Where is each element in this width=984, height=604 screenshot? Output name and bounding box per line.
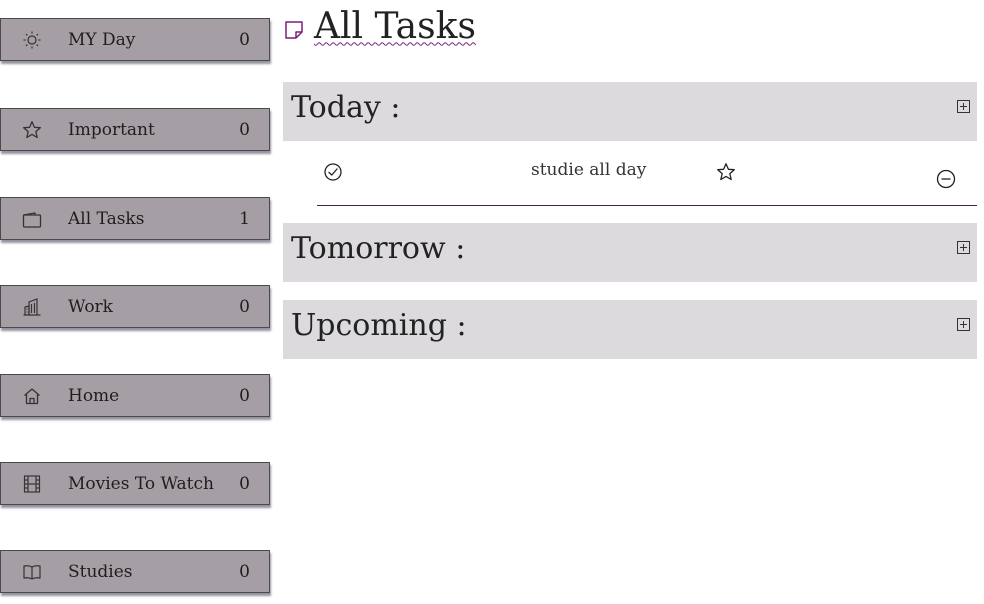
sun-icon: [21, 29, 43, 51]
sidebar-item-label: Work: [68, 296, 113, 317]
sidebar-item-count: 0: [239, 385, 250, 406]
sidebar-item-count: 0: [239, 561, 250, 582]
sidebar-item-count: 0: [239, 29, 250, 50]
page-title: All Tasks: [314, 5, 476, 47]
sidebar-item-movies-to-watch[interactable]: Movies To Watch 0: [0, 462, 270, 505]
book-icon: [21, 561, 43, 583]
plus-square-icon[interactable]: [957, 98, 970, 113]
sidebar-item-label: Movies To Watch: [68, 473, 214, 494]
sidebar-item-my-day[interactable]: MY Day 0: [0, 18, 270, 61]
home-icon: [21, 385, 43, 407]
sidebar-item-label: Studies: [68, 561, 133, 582]
minus-circle-icon[interactable]: [936, 169, 958, 191]
sidebar-item-home[interactable]: Home 0: [0, 374, 270, 417]
building-icon: [21, 296, 43, 318]
sidebar-item-label: MY Day: [68, 29, 136, 50]
task-row: studie all day: [317, 141, 977, 206]
page-header: All Tasks: [284, 2, 476, 50]
plus-square-icon[interactable]: [957, 239, 970, 254]
folder-icon: [21, 208, 43, 230]
star-outline-icon[interactable]: [716, 162, 738, 184]
section-today: Today :: [283, 82, 977, 141]
sidebar-item-count: 0: [239, 296, 250, 317]
plus-square-icon[interactable]: [957, 316, 970, 331]
sidebar-item-count: 1: [239, 208, 250, 229]
section-title: Today :: [291, 90, 401, 125]
note-icon: [284, 20, 304, 40]
sidebar-item-count: 0: [239, 473, 250, 494]
film-icon: [21, 473, 43, 495]
section-title: Upcoming :: [291, 308, 467, 343]
section-title: Tomorrow :: [291, 231, 466, 266]
sidebar-item-all-tasks[interactable]: All Tasks 1: [0, 197, 270, 240]
sidebar-item-label: All Tasks: [68, 208, 145, 229]
sidebar-item-label: Important: [68, 119, 155, 140]
check-circle-icon[interactable]: [323, 162, 345, 184]
task-title: studie all day: [531, 160, 647, 180]
section-tomorrow: Tomorrow :: [283, 223, 977, 282]
sidebar-item-work[interactable]: Work 0: [0, 285, 270, 328]
sidebar-item-count: 0: [239, 119, 250, 140]
sidebar-item-label: Home: [68, 385, 120, 406]
sidebar-item-important[interactable]: Important 0: [0, 108, 270, 151]
section-upcoming: Upcoming :: [283, 300, 977, 359]
star-icon: [21, 119, 43, 141]
sidebar-item-studies[interactable]: Studies 0: [0, 550, 270, 593]
